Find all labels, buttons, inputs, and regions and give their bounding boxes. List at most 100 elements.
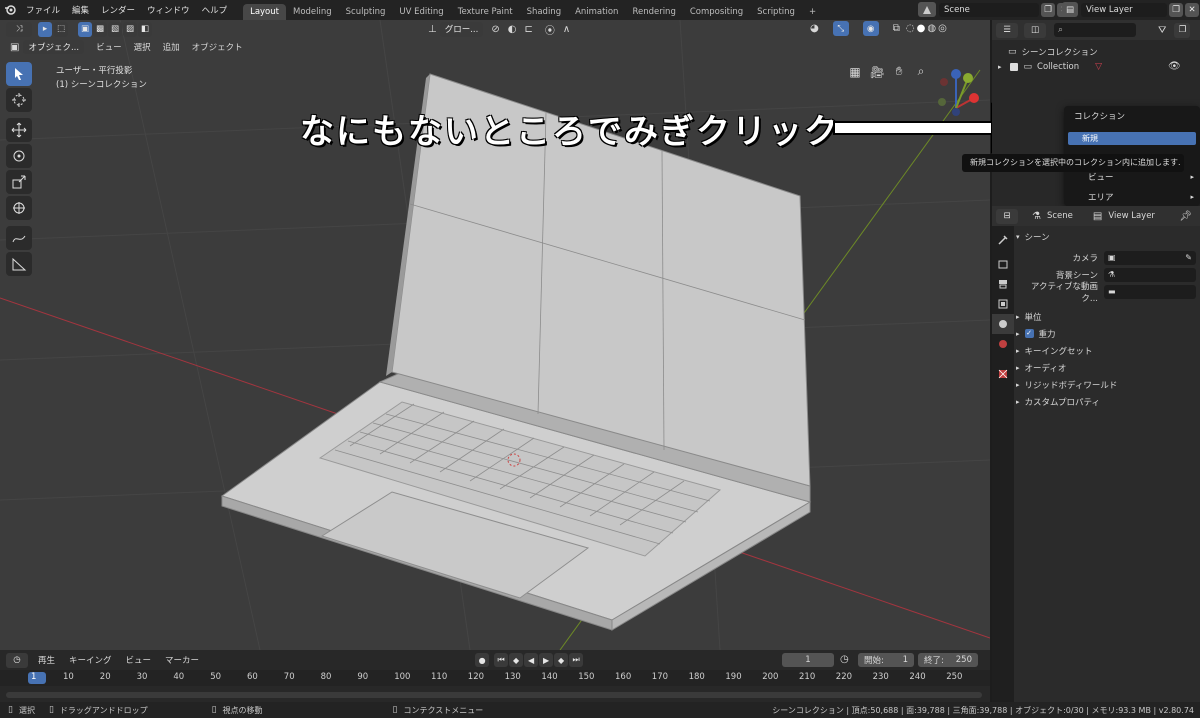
tab-compositing[interactable]: Compositing (683, 4, 750, 20)
timeline-scrollbar[interactable] (6, 692, 982, 698)
custom-props-section[interactable]: ▸ カスタムプロパティ (1016, 393, 1196, 410)
scale-tool-icon[interactable] (6, 170, 32, 194)
view-layer-tab-icon[interactable] (992, 294, 1014, 314)
snap-target-icon[interactable]: ⊏ (524, 24, 532, 35)
tab-layout[interactable]: Layout (243, 4, 286, 20)
zoom-icon[interactable]: ⌕ (912, 64, 930, 79)
filter-icon[interactable]: ⛛ (1158, 25, 1166, 36)
units-section[interactable]: ▸ 単位 (1016, 308, 1196, 325)
viewport-menu-object[interactable]: オブジェクト (192, 41, 243, 53)
context-area-item[interactable]: エリア ▸ (1064, 189, 1200, 205)
blender-logo-icon[interactable] (0, 4, 20, 16)
material-shading-icon[interactable]: ◍ (927, 23, 936, 34)
scene-tab-icon[interactable] (992, 314, 1014, 334)
exclude-checkbox[interactable] (1009, 62, 1018, 71)
scene-collection-row[interactable]: ▭ シーンコレクション (1008, 44, 1200, 59)
falloff-icon[interactable]: ∧ (563, 24, 570, 35)
camera-field[interactable]: ▣ ✎ (1104, 250, 1196, 265)
rendered-shading-icon[interactable]: ◎ (938, 23, 947, 34)
timeline-menu-view[interactable]: ビュー (126, 654, 152, 666)
viewport-menu-add[interactable]: 追加 (163, 41, 180, 53)
pin-icon[interactable]: 📌︎ (1179, 211, 1192, 222)
render-tab-icon[interactable] (992, 254, 1014, 274)
menu-file[interactable]: ファイル (26, 4, 60, 16)
solid-shading-icon[interactable]: ● (917, 23, 926, 34)
world-tab-icon[interactable] (992, 334, 1014, 354)
pivot-icon[interactable]: ⊘ (491, 24, 499, 35)
view-layer-copy-icon[interactable]: ❐ (1169, 2, 1183, 17)
viewport-menu-select[interactable]: 選択 (134, 41, 151, 53)
menu-render[interactable]: レンダー (101, 4, 135, 16)
mode-dropdown[interactable]: オブジェク... (23, 40, 85, 54)
annotate-tool-icon[interactable] (6, 226, 32, 250)
editor-type-icon[interactable]: ⤨ (6, 21, 32, 37)
keying-sets-section[interactable]: ▸ キーイングセット (1016, 342, 1196, 359)
audio-section[interactable]: ▸ オーディオ (1016, 359, 1196, 376)
start-frame-field[interactable]: 開始: 1 (858, 653, 914, 667)
texture-tab-icon[interactable] (992, 364, 1014, 384)
proportional-edit-icon[interactable]: ⦿ (545, 22, 555, 37)
view-layer-icon[interactable]: ▤ (1062, 2, 1078, 17)
rigid-body-section[interactable]: ▸ リジッドボディワールド (1016, 376, 1196, 393)
prev-keyframe-icon[interactable]: ◆ (509, 653, 524, 667)
pan-hand-icon[interactable]: ✋︎ (890, 64, 908, 79)
properties-editor-icon[interactable]: ⊟ (996, 208, 1018, 224)
eyedropper-icon[interactable]: ✎ (1185, 253, 1192, 262)
background-scene-field[interactable]: ⚗ (1104, 267, 1196, 282)
select-subtract-icon[interactable]: ▧ (108, 21, 122, 37)
timeline-menu-playback[interactable]: 再生 (38, 654, 55, 666)
transform-orientation-dropdown[interactable]: グロー... (439, 21, 484, 37)
scene-section-header[interactable]: ▾ シーン (1016, 228, 1196, 245)
eye-icon[interactable]: 👁︎ (1168, 61, 1181, 72)
select-mode-icon[interactable]: ▸ (38, 21, 52, 37)
display-mode-icon[interactable]: ◫ (1024, 22, 1046, 38)
tab-uv-editing[interactable]: UV Editing (392, 4, 450, 20)
add-workspace-button[interactable]: + (802, 4, 823, 20)
jump-start-icon[interactable]: ⏮ (494, 653, 509, 667)
context-new-item[interactable]: 新規 (1068, 132, 1196, 145)
tab-texture-paint[interactable]: Texture Paint (451, 4, 520, 20)
select-new-icon[interactable]: ▣ (78, 21, 92, 37)
collection-row[interactable]: ▸ ▭ Collection ▽ 👁︎ (998, 59, 1200, 74)
play-icon[interactable]: ▶ (539, 653, 554, 667)
gravity-section[interactable]: ▸ ✓ 重力 (1016, 325, 1196, 342)
scene-name-field[interactable]: Scene (939, 2, 1039, 17)
visibility-icon[interactable]: ◕ (810, 23, 819, 34)
tab-rendering[interactable]: Rendering (625, 4, 682, 20)
menu-help[interactable]: ヘルプ (202, 4, 228, 16)
select-intersect-icon[interactable]: ▨ (123, 21, 137, 37)
select-extend-icon[interactable]: ▩ (93, 21, 107, 37)
move-tool-icon[interactable] (6, 118, 32, 142)
gizmo-toggle-icon[interactable]: ⤡ (832, 21, 849, 36)
cursor-tool-icon[interactable] (6, 88, 32, 112)
tab-scripting[interactable]: Scripting (750, 4, 802, 20)
tab-modeling[interactable]: Modeling (286, 4, 339, 20)
select-box-icon[interactable]: ⬚ (54, 21, 68, 37)
tab-shading[interactable]: Shading (520, 4, 569, 20)
grid-view-icon[interactable]: ▦ (846, 65, 864, 79)
view-layer-field[interactable]: View Layer (1081, 2, 1167, 17)
overlay-toggle-icon[interactable]: ◉ (862, 21, 879, 36)
scene-icon[interactable] (918, 2, 936, 17)
select-invert-icon[interactable]: ◧ (138, 21, 152, 37)
transform-tool-icon[interactable] (6, 196, 32, 220)
viewport-menu-view[interactable]: ビュー (96, 41, 122, 53)
camera-view-icon[interactable]: 🎥︎ (868, 65, 886, 79)
record-icon[interactable]: ● (475, 653, 490, 667)
end-frame-field[interactable]: 終了: 250 (918, 653, 978, 667)
jump-end-icon[interactable]: ⏭ (569, 653, 584, 667)
view-layer-close-icon[interactable]: ✕ (1185, 2, 1199, 17)
expand-arrow-icon[interactable]: ▸ (998, 63, 1002, 71)
xray-icon[interactable]: ⧉ (893, 23, 900, 34)
next-keyframe-icon[interactable]: ◆ (554, 653, 569, 667)
frame-ruler[interactable]: 1 10 20 30 40 50 60 70 80 90 100 110 120 130 140 150 160… (0, 670, 990, 686)
measure-tool-icon[interactable] (6, 252, 32, 276)
new-collection-icon[interactable]: ❐ (1174, 22, 1191, 38)
current-frame-field[interactable]: 1 (782, 653, 834, 667)
timeline-menu-keying[interactable]: キーイング (69, 654, 112, 666)
timeline-menu-marker[interactable]: マーカー (165, 654, 199, 666)
wireframe-shading-icon[interactable]: ◌ (906, 23, 915, 34)
tab-animation[interactable]: Animation (568, 4, 625, 20)
tool-tab-icon[interactable] (992, 230, 1014, 250)
outliner-search-input[interactable]: ⌕ (1054, 23, 1136, 37)
